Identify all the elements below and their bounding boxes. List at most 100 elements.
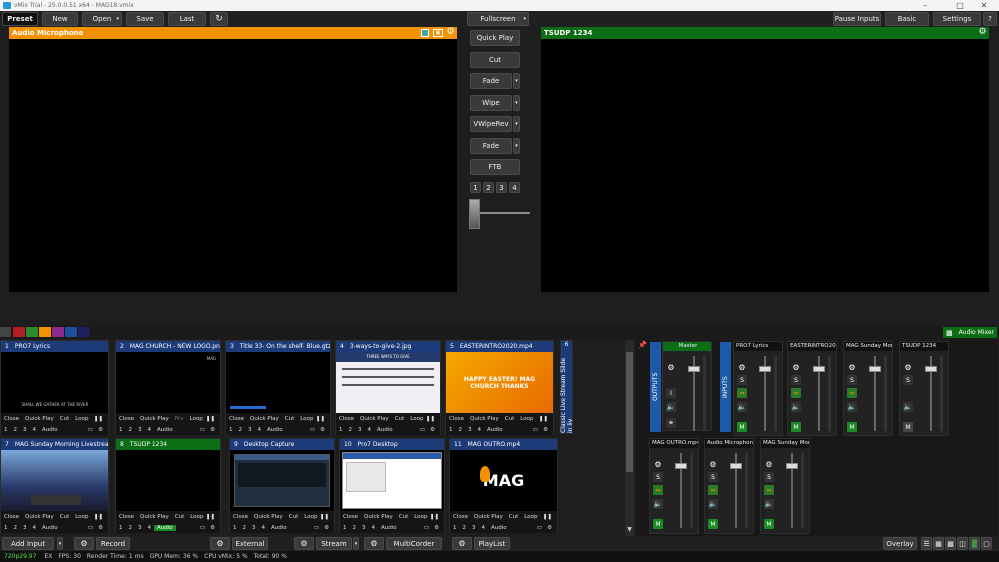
speaker-icon[interactable]: 🔈 <box>764 499 774 509</box>
layout-icon[interactable]: ◫ <box>957 537 968 550</box>
pause-icon[interactable]: ❚❚ <box>203 416 218 422</box>
input-3-control-2[interactable]: Quick Play <box>247 416 282 422</box>
fader-knob[interactable] <box>759 366 771 372</box>
solo-button[interactable]: S <box>903 375 913 385</box>
mixer-gear-icon[interactable]: ⚙ <box>764 459 774 469</box>
multicorder-gear-icon[interactable]: ⚙ <box>364 537 384 550</box>
output-screen[interactable] <box>541 39 989 292</box>
multicorder-button[interactable]: MultiCorder <box>386 537 442 550</box>
last-button[interactable]: Last <box>168 12 206 26</box>
input-6-collapsed[interactable]: 6 Classic Live Stream Slide in liv <box>560 340 574 434</box>
transition-2-button[interactable]: 2 <box>483 182 494 193</box>
preview-color-icon[interactable] <box>421 29 429 37</box>
color-swatch-1[interactable] <box>13 327 25 337</box>
input-1-thumbnail[interactable]: SHALL WE GATHER AT THE RIVER <box>1 352 108 413</box>
input-10-overlay-1[interactable]: 1 <box>340 525 350 531</box>
input-1-control-1[interactable]: Close <box>1 416 22 422</box>
input-5-overlay-3[interactable]: 3 <box>465 427 475 433</box>
input-10-header[interactable]: 10 Pro7 Desktop <box>340 439 444 450</box>
input-2-overlay-3[interactable]: 3 <box>135 427 145 433</box>
input-11-control-3[interactable]: Cut <box>506 514 521 520</box>
input-10-control-3[interactable]: Cut <box>396 514 411 520</box>
mixer-gear-icon[interactable]: ⚙ <box>737 362 747 372</box>
external-gear-icon[interactable]: ⚙ <box>210 537 230 550</box>
input-10-audio-button[interactable]: Audio <box>378 525 400 531</box>
input-7-control-2[interactable]: Quick Play <box>22 514 57 520</box>
input-5-control-4[interactable]: Loop <box>517 416 536 422</box>
input-4-overlay-1[interactable]: 1 <box>336 427 346 433</box>
pause-icon[interactable]: ❚❚ <box>427 514 442 520</box>
solo-button[interactable]: S <box>764 472 774 482</box>
new-button[interactable]: New <box>42 12 78 26</box>
input-7-overlay-3[interactable]: 3 <box>20 525 30 531</box>
input-8-header[interactable]: 8 TSUDP 1234 <box>116 439 220 450</box>
input-2-thumbnail[interactable]: MAG <box>116 352 220 413</box>
fullscreen-button[interactable]: Fullscreen ▾ <box>467 12 529 26</box>
input-5-control-2[interactable]: Quick Play <box>467 416 502 422</box>
solo-button[interactable]: S <box>653 472 663 482</box>
input-11-overlay-1[interactable]: 1 <box>450 525 460 531</box>
bus-arrow-icon[interactable]: ⇔ <box>737 388 747 398</box>
color-swatch-2[interactable] <box>26 327 38 337</box>
fade-dropdown-icon-1[interactable]: ▾ <box>513 73 520 89</box>
input-tile-3[interactable]: 3 Title 33- On the shelf- Blue.gtzip Close… <box>225 340 331 435</box>
minimize-button[interactable]: – <box>910 0 940 11</box>
input-9-header[interactable]: 9 Desktop Capture <box>230 439 334 450</box>
input-11-audio-button[interactable]: Audio <box>488 525 510 531</box>
input-4-header[interactable]: 4 3-ways-to-give-2.jpg <box>336 341 440 352</box>
input-8-overlay-1[interactable]: 1 <box>116 525 126 531</box>
input-10-overlay-3[interactable]: 3 <box>359 525 369 531</box>
mixer-gear-icon[interactable]: ⚙ <box>903 362 913 372</box>
input-2-overlay-1[interactable]: 1 <box>116 427 126 433</box>
input-8-control-1[interactable]: Close <box>116 514 137 520</box>
input-7-thumbnail[interactable] <box>1 450 108 511</box>
input-11-overlay-2[interactable]: 2 <box>460 525 470 531</box>
input-1-control-2[interactable]: Quick Play <box>22 416 57 422</box>
color-swatch-4[interactable] <box>52 327 64 337</box>
input-tile-1[interactable]: 1 PRO7 Lyrics SHALL WE GATHER AT THE RIVER… <box>0 340 109 435</box>
color-swatch-3[interactable] <box>39 327 51 337</box>
mute-button[interactable]: M <box>737 422 747 432</box>
input-4-overlay-4[interactable]: 4 <box>365 427 375 433</box>
input-10-control-2[interactable]: Quick Play <box>361 514 396 520</box>
mute-button[interactable]: M <box>708 519 718 529</box>
output-settings-gear-icon[interactable]: ⚙ <box>978 28 987 37</box>
input-5-control-1[interactable]: Close <box>446 416 467 422</box>
input-7-control-4[interactable]: Loop <box>72 514 91 520</box>
record-gear-icon[interactable]: ⚙ <box>74 537 94 550</box>
input-gear-icon[interactable]: ⚙ <box>540 427 551 433</box>
refresh-icon[interactable]: ↻ <box>210 12 228 26</box>
input-8-audio-button[interactable]: Audio <box>154 524 176 531</box>
input-7-overlay-4[interactable]: 4 <box>30 525 40 531</box>
solo-button[interactable]: S <box>737 375 747 385</box>
input-gear-icon[interactable]: ⚙ <box>321 525 332 531</box>
input-2-control-2[interactable]: Quick Play <box>137 416 172 422</box>
wipe-dropdown-icon[interactable]: ▾ <box>513 95 520 111</box>
playlist-button[interactable]: PlayList <box>474 537 510 550</box>
input-1-audio-button[interactable]: Audio <box>39 427 61 433</box>
fade-button-1[interactable]: Fade <box>470 73 512 89</box>
solo-button[interactable]: S <box>847 375 857 385</box>
pause-inputs-button[interactable]: Pause Inputs <box>833 12 881 26</box>
preset-button[interactable]: Preset <box>2 12 38 26</box>
input-1-control-4[interactable]: Loop <box>72 416 91 422</box>
input-2-header[interactable]: 2 MAG CHURCH - NEW LOGO.png <box>116 341 220 352</box>
input-tile-11[interactable]: 11 MAG OUTRO.mp4 MAG Close Quick Play Cut Loop… <box>449 438 558 533</box>
input-3-header[interactable]: 3 Title 33- On the shelf- Blue.gtzip <box>226 341 330 352</box>
scroll-down-icon[interactable]: ▼ <box>626 526 633 534</box>
stats-chart-icon[interactable]: ▒ <box>969 537 980 550</box>
input-10-control-1[interactable]: Close <box>340 514 361 520</box>
input-1-overlay-1[interactable]: 1 <box>1 427 11 433</box>
color-swatch-5[interactable] <box>65 327 77 337</box>
speaker-icon[interactable]: 🔈 <box>903 402 913 412</box>
input-9-overlay-2[interactable]: 2 <box>240 525 250 531</box>
pause-icon[interactable]: ❚❚ <box>317 514 332 520</box>
input-gear-icon[interactable]: ⚙ <box>95 525 106 531</box>
settings-button[interactable]: Settings <box>933 12 981 26</box>
playlist-gear-icon[interactable]: ⚙ <box>452 537 472 550</box>
pause-icon[interactable]: ❚❚ <box>313 416 328 422</box>
pause-icon[interactable]: ❚❚ <box>423 416 438 422</box>
input-gear-icon[interactable]: ⚙ <box>427 427 438 433</box>
pause-icon[interactable]: ❚❚ <box>203 514 218 520</box>
add-input-dropdown-icon[interactable]: ▾ <box>57 537 63 550</box>
